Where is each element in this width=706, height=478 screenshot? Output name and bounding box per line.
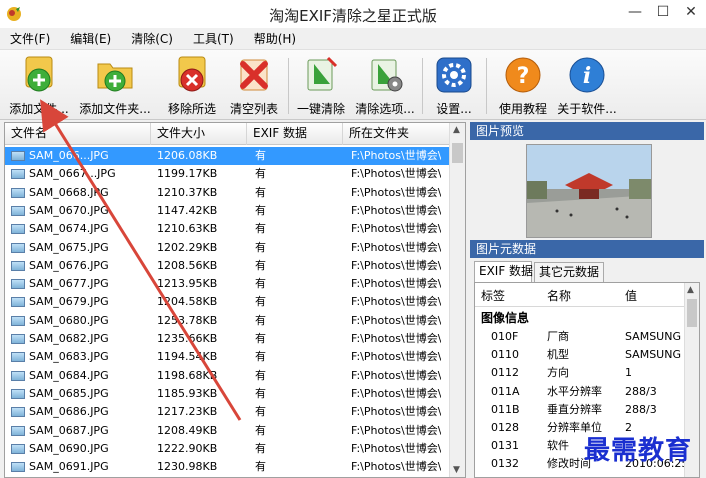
red-arrow-line: [40, 99, 242, 421]
annotation-arrow: [40, 99, 242, 421]
watermark-text: 最需教育: [584, 436, 693, 466]
